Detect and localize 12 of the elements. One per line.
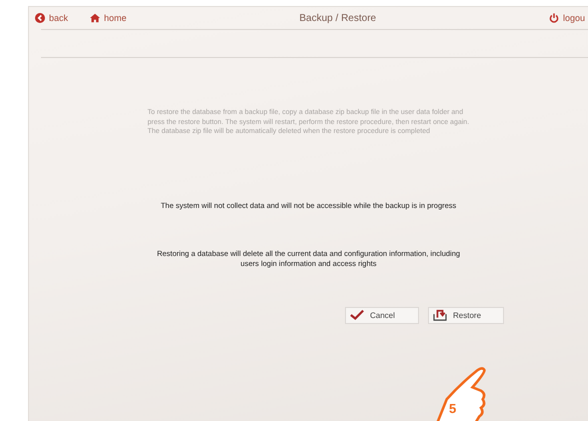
home-link[interactable]: home: [90, 13, 127, 23]
power-icon: [548, 13, 559, 23]
page-title: Backup / Restore: [298, 12, 378, 24]
checkmark-icon: [350, 309, 364, 321]
cancel-button[interactable]: Cancel: [345, 306, 419, 324]
back-link[interactable]: back: [35, 13, 68, 23]
logout-link[interactable]: logou: [548, 13, 585, 23]
home-icon: [90, 13, 100, 23]
restore-button[interactable]: Restore: [428, 306, 504, 324]
back-icon: [35, 13, 45, 23]
restore-icon: [433, 309, 447, 321]
step-number: 5: [449, 401, 456, 416]
